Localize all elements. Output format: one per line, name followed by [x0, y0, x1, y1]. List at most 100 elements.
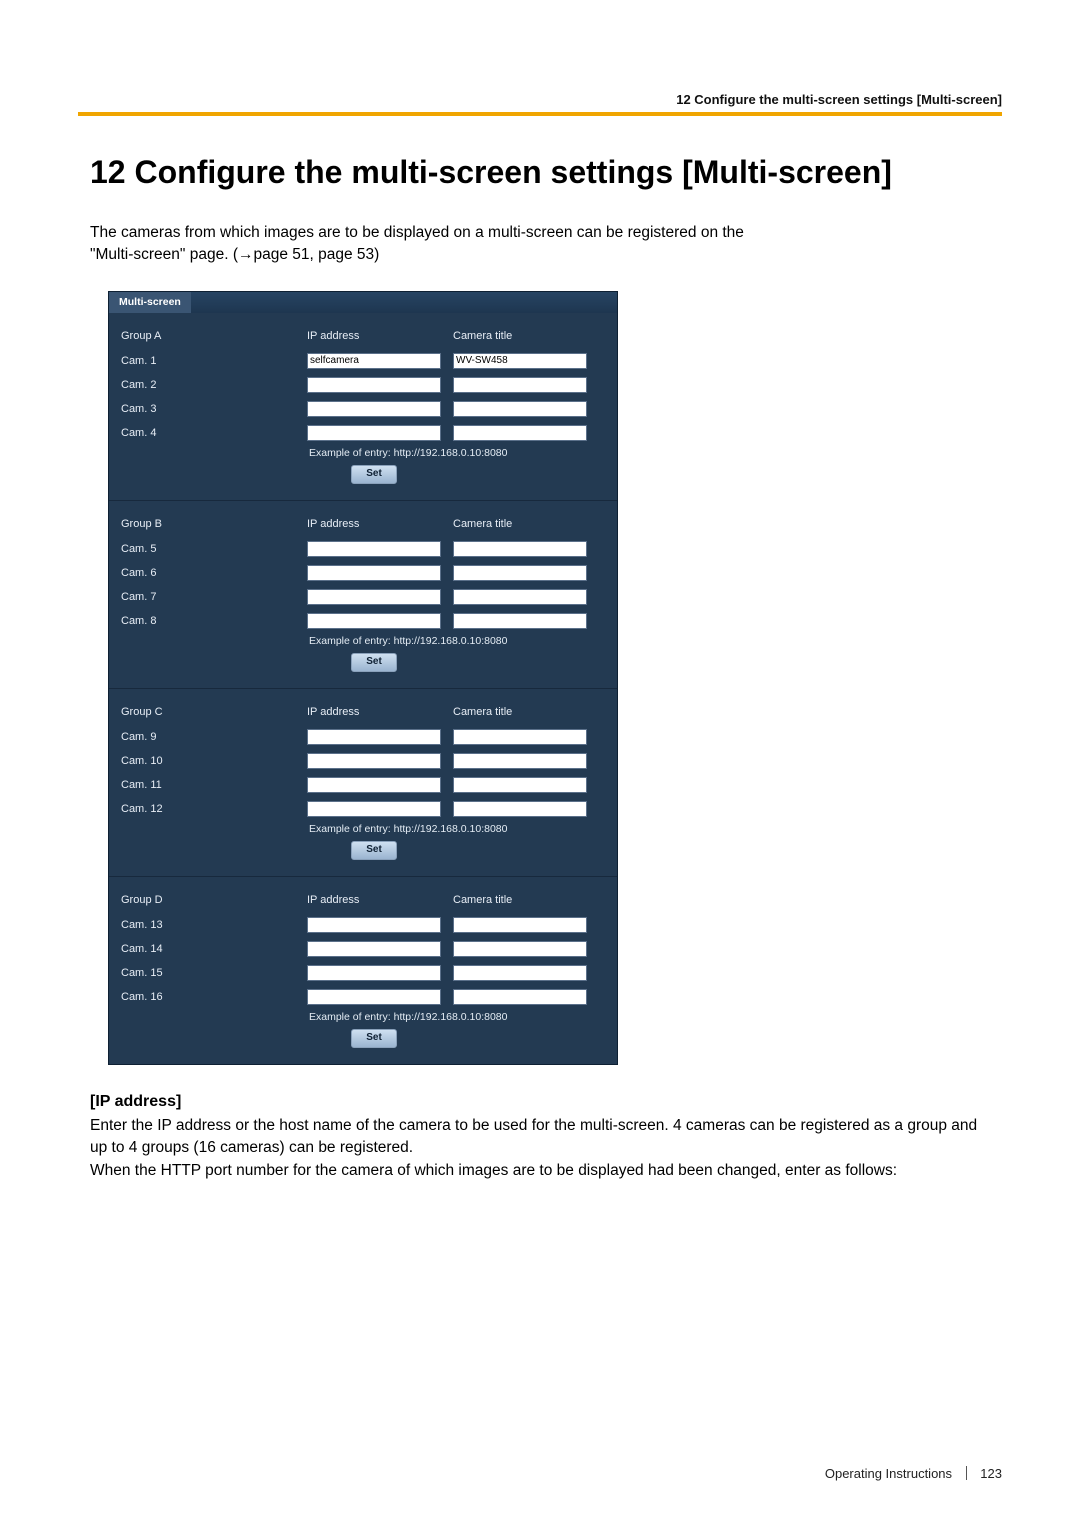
- camera-label: Cam. 6: [119, 567, 307, 579]
- column-header-ip: IP address: [307, 518, 447, 530]
- group-name-label: Group B: [119, 518, 307, 530]
- intro-cross-ref: →page 51, page 53: [238, 246, 374, 263]
- header-rule: [78, 112, 1002, 116]
- group-block: Group DIP address Camera title Cam. 13 Cam.…: [109, 877, 617, 1064]
- group-header-row: Group CIP addressCamera title: [119, 701, 607, 723]
- camera-title-input[interactable]: [453, 425, 587, 441]
- tab-multi-screen[interactable]: Multi-screen: [109, 292, 191, 313]
- ip-address-input[interactable]: [307, 565, 441, 581]
- camera-row: Cam. 2: [119, 373, 607, 397]
- ip-address-input[interactable]: [307, 353, 441, 369]
- camera-title-input[interactable]: [453, 377, 587, 393]
- camera-label: Cam. 13: [119, 919, 307, 931]
- tab-strip-filler: [191, 292, 617, 313]
- page-footer: Operating Instructions 123: [825, 1466, 1002, 1481]
- set-button[interactable]: Set: [351, 465, 397, 484]
- set-button-row: Set: [351, 465, 607, 494]
- camera-row: Cam. 7: [119, 585, 607, 609]
- ip-address-input[interactable]: [307, 753, 441, 769]
- camera-title-input[interactable]: [453, 729, 587, 745]
- column-header-title: Camera title: [453, 330, 593, 342]
- ip-address-input[interactable]: [307, 613, 441, 629]
- camera-row: Cam. 11: [119, 773, 607, 797]
- ip-address-input[interactable]: [307, 941, 441, 957]
- camera-title-input[interactable]: [453, 613, 587, 629]
- group-name-label: Group A: [119, 330, 307, 342]
- group-block: Group BIP address Camera title Cam. 5 Cam. …: [109, 501, 617, 688]
- column-header-title: Camera title: [453, 706, 593, 718]
- group-name-label: Group D: [119, 894, 307, 906]
- camera-label: Cam. 2: [119, 379, 307, 391]
- camera-title-input[interactable]: [453, 989, 587, 1005]
- set-button[interactable]: Set: [351, 653, 397, 672]
- camera-title-input[interactable]: [453, 753, 587, 769]
- camera-title-input[interactable]: [453, 965, 587, 981]
- footer-page-number: 123: [980, 1466, 1002, 1481]
- ip-address-input[interactable]: [307, 589, 441, 605]
- entry-example-text: Example of entry: http://192.168.0.10:80…: [309, 821, 607, 841]
- tab-strip: Multi-screen: [109, 292, 617, 313]
- camera-row: Cam. 12: [119, 797, 607, 821]
- camera-title-input[interactable]: [453, 353, 587, 369]
- entry-example-text: Example of entry: http://192.168.0.10:80…: [309, 445, 607, 465]
- camera-title-input[interactable]: [453, 777, 587, 793]
- camera-row: Cam. 5: [119, 537, 607, 561]
- camera-label: Cam. 8: [119, 615, 307, 627]
- camera-label: Cam. 14: [119, 943, 307, 955]
- intro-line1: The cameras from which images are to be …: [90, 224, 744, 241]
- ip-address-input[interactable]: [307, 965, 441, 981]
- intro-line2-after: ): [374, 246, 379, 263]
- intro-paragraph: The cameras from which images are to be …: [90, 222, 990, 267]
- camera-label: Cam. 12: [119, 803, 307, 815]
- entry-example-text: Example of entry: http://192.168.0.10:80…: [309, 1009, 607, 1029]
- camera-label: Cam. 10: [119, 755, 307, 767]
- ip-address-input[interactable]: [307, 917, 441, 933]
- camera-title-input[interactable]: [453, 941, 587, 957]
- camera-label: Cam. 4: [119, 427, 307, 439]
- ip-address-input[interactable]: [307, 729, 441, 745]
- body-paragraph-2: When the HTTP port number for the camera…: [90, 1160, 990, 1182]
- camera-row: Cam. 10: [119, 749, 607, 773]
- group-header-row: Group BIP address Camera title: [119, 513, 607, 535]
- column-header-title: Camera title: [453, 518, 593, 530]
- camera-label: Cam. 3: [119, 403, 307, 415]
- column-header-ip: IP address: [307, 894, 447, 906]
- camera-title-input[interactable]: [453, 541, 587, 557]
- ip-address-input[interactable]: [307, 989, 441, 1005]
- ip-address-input[interactable]: [307, 425, 441, 441]
- camera-title-input[interactable]: [453, 801, 587, 817]
- camera-label: Cam. 9: [119, 731, 307, 743]
- column-header-title: Camera title: [453, 894, 593, 906]
- camera-label: Cam. 15: [119, 967, 307, 979]
- ip-address-input[interactable]: [307, 777, 441, 793]
- camera-title-input[interactable]: [453, 589, 587, 605]
- camera-title-input[interactable]: [453, 917, 587, 933]
- camera-title-input[interactable]: [453, 401, 587, 417]
- camera-row: Cam. 6: [119, 561, 607, 585]
- camera-row: Cam. 15: [119, 961, 607, 985]
- camera-row: Cam. 14: [119, 937, 607, 961]
- ip-address-input[interactable]: [307, 401, 441, 417]
- camera-label: Cam. 1: [119, 355, 307, 367]
- field-heading-ip-address: [IP address]: [90, 1093, 990, 1111]
- set-button[interactable]: Set: [351, 841, 397, 860]
- column-header-ip: IP address: [307, 706, 447, 718]
- group-block: Group CIP addressCamera titleCam. 9Cam. …: [109, 689, 617, 876]
- set-button-row: Set: [351, 1029, 607, 1058]
- camera-label: Cam. 7: [119, 591, 307, 603]
- camera-label: Cam. 11: [119, 779, 307, 791]
- set-button[interactable]: Set: [351, 1029, 397, 1048]
- ip-address-input[interactable]: [307, 541, 441, 557]
- camera-title-input[interactable]: [453, 565, 587, 581]
- footer-separator: [966, 1466, 967, 1480]
- footer-label: Operating Instructions: [825, 1466, 952, 1481]
- ip-address-input[interactable]: [307, 377, 441, 393]
- chapter-title: 12 Configure the multi-screen settings […: [90, 152, 990, 192]
- ip-address-input[interactable]: [307, 801, 441, 817]
- camera-row: Cam. 4: [119, 421, 607, 445]
- multi-screen-panel: Multi-screen Group AIP addressCamera tit…: [108, 291, 618, 1065]
- camera-row: Cam. 13: [119, 913, 607, 937]
- body-paragraph-1: Enter the IP address or the host name of…: [90, 1115, 990, 1160]
- column-header-ip: IP address: [307, 330, 447, 342]
- camera-row: Cam. 8: [119, 609, 607, 633]
